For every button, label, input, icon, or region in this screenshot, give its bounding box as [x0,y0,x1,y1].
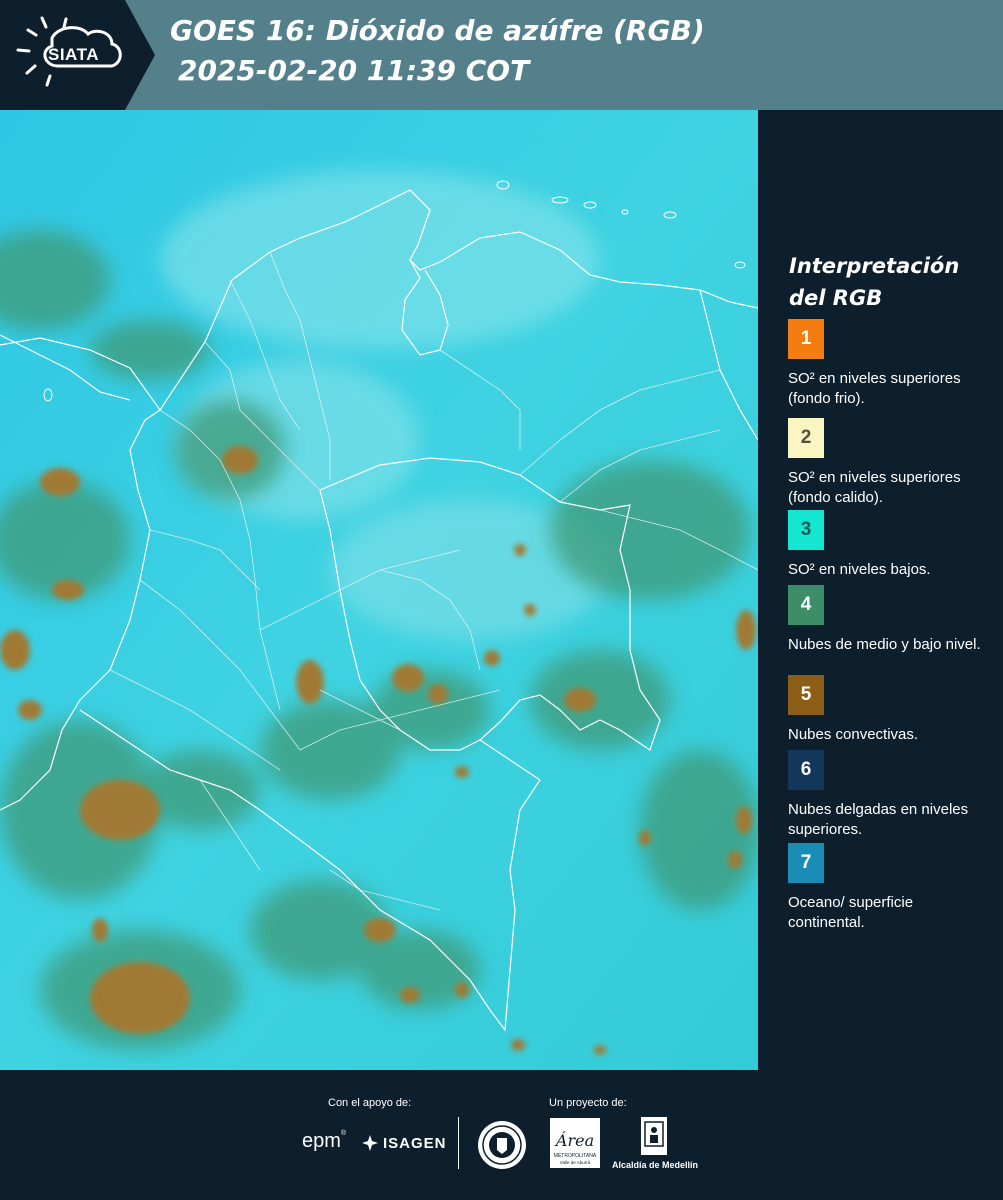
svg-text:Valle de Aburrá: Valle de Aburrá [560,1160,591,1165]
epm-logo: epm® [302,1130,347,1152]
legend-title: Interpretación del RGB [789,250,999,314]
isagen-logo: ISAGEN [361,1134,447,1152]
legend-item-6: 6 Nubes delgadas en niveles superiores. [788,750,993,840]
legend-item-2: 2 SO² en niveles superiores (fondo calido… [788,418,993,508]
siata-logo: SIATA [0,0,155,110]
project-label: Un proyecto de: [549,1097,627,1109]
satellite-map [0,110,758,1070]
svg-text:METROPOLITANA: METROPOLITANA [554,1153,597,1159]
epm-logo-text: epm [302,1130,341,1152]
legend-swatch-7: 7 [788,843,824,883]
legend-swatch-3: 3 [788,510,824,550]
support-label: Con el apoyo de: [328,1097,412,1109]
legend-description-4: Nubes de medio y bajo nivel. [788,636,981,653]
legend-item-7: 7 Oceano/ superficie continental. [788,843,993,933]
legend-description-5: Nubes convectivas. [788,726,919,743]
page-timestamp: 2025-02-20 11:39 COT [178,54,530,87]
area-metropolitana-logo: Área METROPOLITANA Valle de Aburrá [550,1118,600,1173]
legend-description-7: Oceano/ superficie continental. [788,894,914,931]
legend-description-3: SO² en niveles bajos. [788,561,931,578]
legend-panel: Interpretación del RGB 1 SO² en niveles s… [758,110,1003,1070]
alcaldia-shield-icon [641,1117,667,1155]
isagen-logo-text: ISAGEN [383,1134,447,1152]
legend-item-4: 4 Nubes de medio y bajo nivel. [788,585,993,655]
legend-item-1: 1 SO² en niveles superiores (fondo frio). [788,319,993,409]
legend-title-line1: Interpretación [789,254,960,278]
header-bar: SIATA GOES 16: Dióxido de azúfre (RGB) 2… [0,0,1003,110]
footer: Con el apoyo de: Un proyecto de: epm® IS… [0,1070,1003,1200]
svg-text:Área: Área [554,1130,594,1150]
page-title: GOES 16: Dióxido de azúfre (RGB) [170,14,705,47]
legend-swatch-6: 6 [788,750,824,790]
legend-swatch-4: 4 [788,585,824,625]
legend-swatch-5: 5 [788,675,824,715]
isagen-icon [362,1135,378,1151]
legend-swatch-2: 2 [788,418,824,458]
alcaldia-text: Alcaldía de Medellín [612,1160,699,1170]
legend-title-line2: del RGB [789,286,883,310]
legend-item-5: 5 Nubes convectivas. [788,675,993,745]
university-seal-icon [478,1121,526,1169]
footer-divider [458,1117,459,1169]
siata-logo-text: SIATA [48,45,99,64]
legend-description-1: SO² en niveles superiores (fondo frio). [788,370,961,407]
legend-item-3: 3 SO² en niveles bajos. [788,510,993,580]
legend-swatch-1: 1 [788,319,824,359]
legend-description-2: SO² en niveles superiores (fondo calido)… [788,469,961,506]
legend-description-6: Nubes delgadas en niveles superiores. [788,801,969,838]
